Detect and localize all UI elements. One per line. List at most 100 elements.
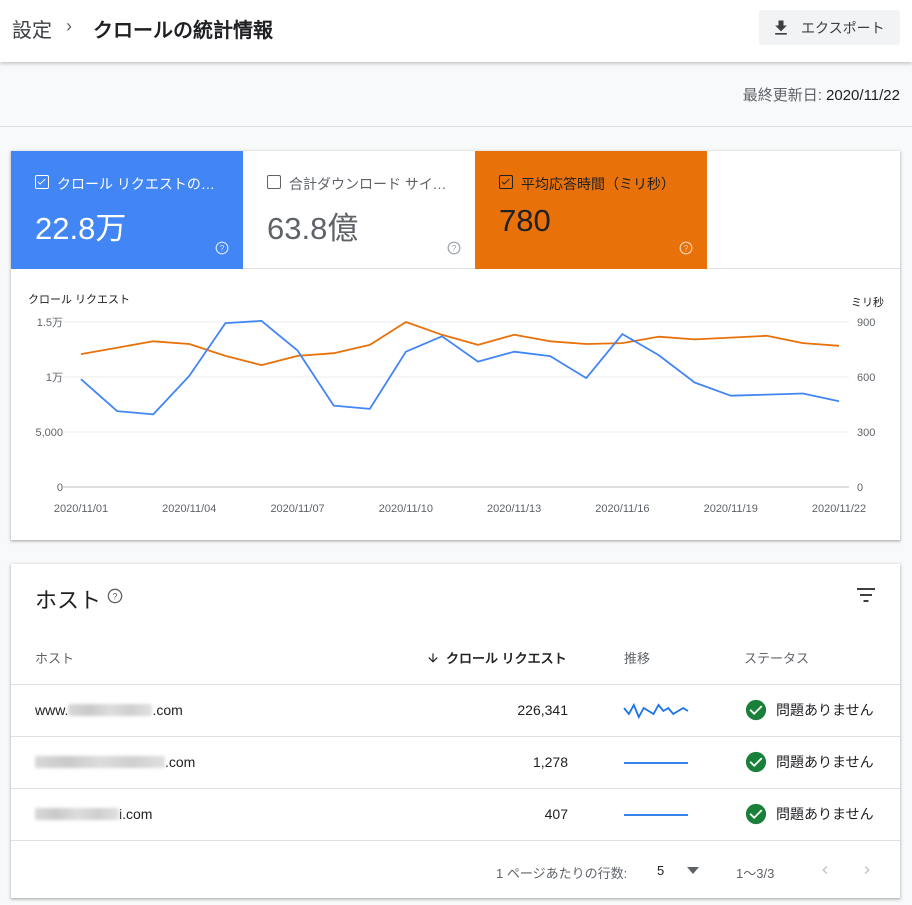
- x-tick-label: 2020/11/19: [704, 503, 758, 515]
- host-prefix: www.: [35, 702, 69, 718]
- column-header-requests-label: クロール リクエスト: [446, 651, 567, 666]
- y-left-tick-label: 5,000: [35, 427, 63, 439]
- hosts-card: ホスト ? ホスト クロール リクエスト 推移 ステータス www. .com …: [11, 564, 900, 898]
- svg-text:?: ?: [112, 591, 117, 601]
- host-status-label: 問題ありません: [776, 754, 874, 770]
- host-status: 問題ありません: [745, 699, 874, 721]
- host-requests: 1,278: [532, 754, 568, 770]
- last-updated: 最終更新日: 2020/11/22: [743, 84, 900, 105]
- download-icon: [775, 20, 787, 35]
- dropdown-arrow-icon[interactable]: [687, 867, 699, 875]
- crawl-stats-chart-card: クロール リクエストの合計数 22.8万 ? 合計ダウンロード サイズ（バイト）…: [11, 151, 900, 540]
- pagination-bar: 1 ページあたりの行数: 5 1〜3/3: [11, 840, 900, 898]
- column-header-status[interactable]: ステータス: [744, 648, 809, 667]
- chevron-left-icon[interactable]: [817, 862, 833, 878]
- y-left-tick-label: 1万: [46, 372, 63, 384]
- series-line: [80, 320, 840, 416]
- redacted-blur: [68, 704, 153, 716]
- host-suffix: i.com: [119, 806, 153, 822]
- host-status: 問題ありません: [745, 751, 874, 773]
- x-tick-label: 2020/11/13: [487, 503, 541, 515]
- help-icon[interactable]: ?: [679, 241, 693, 255]
- host-requests: 407: [544, 806, 568, 822]
- check-circle-icon: [745, 699, 767, 721]
- column-header-trend: 推移: [624, 651, 651, 666]
- sparkline-path: [623, 702, 689, 720]
- crawl-line-chart: クロール リクエスト ミリ秒 0 5,000 1万 1.5万 0 300 600 900 2…: [28, 293, 884, 515]
- metric-avg-response-time[interactable]: 平均応答時間（ミリ秒） 780 ?: [475, 151, 707, 269]
- host-status-label: 問題ありません: [776, 702, 874, 718]
- check-circle-icon: [745, 751, 767, 773]
- metric-value: 63.8億: [267, 211, 359, 246]
- host-suffix: .com: [165, 754, 196, 770]
- host-suffix: .com: [152, 702, 183, 718]
- breadcrumb-settings[interactable]: 設定: [12, 14, 52, 43]
- metric-checkbox[interactable]: [35, 175, 49, 189]
- y-right-axis-title: ミリ秒: [851, 295, 884, 309]
- help-icon[interactable]: ?: [447, 241, 461, 255]
- last-updated-label: 最終更新日:: [742, 87, 822, 104]
- metric-strip-filler: [707, 151, 900, 269]
- svg-text:?: ?: [220, 244, 225, 253]
- breadcrumb-separator-icon: ›: [66, 16, 72, 36]
- trend-sparkline: [624, 814, 688, 816]
- x-tick-label: 2020/11/01: [54, 503, 108, 515]
- metric-value: 22.8万: [35, 211, 127, 246]
- trend-sparkline: [624, 762, 688, 764]
- help-icon[interactable]: ?: [107, 588, 123, 604]
- x-tick-label: 2020/11/04: [162, 503, 216, 515]
- host-status: 問題ありません: [745, 803, 874, 825]
- check-icon: [501, 178, 510, 185]
- y-right-tick-label: 0: [857, 482, 863, 494]
- hosts-title: ホスト: [35, 588, 102, 613]
- metric-checkbox[interactable]: [499, 175, 513, 189]
- host-status-label: 問題ありません: [776, 806, 874, 822]
- arrow-down-icon: [428, 652, 438, 663]
- check-circle-icon: [745, 803, 767, 825]
- help-icon[interactable]: ?: [215, 241, 229, 255]
- export-label: エクスポート: [801, 19, 885, 36]
- redacted-blur: [35, 756, 165, 768]
- metric-value: 780: [499, 203, 551, 238]
- series-line: [80, 321, 840, 366]
- page-title: クロールの統計情報: [93, 20, 273, 42]
- y-right-tick-label: 600: [857, 372, 875, 384]
- trend-sparkline: [623, 702, 689, 720]
- x-tick-label: 2020/11/22: [812, 503, 866, 515]
- metric-checkbox[interactable]: [267, 175, 281, 189]
- filter-icon[interactable]: [856, 586, 876, 604]
- rows-per-page-select[interactable]: 5: [657, 863, 664, 878]
- metric-download-size[interactable]: 合計ダウンロード サイズ（バイト） 63.8億 ?: [243, 151, 475, 269]
- y-right-tick-label: 300: [857, 427, 875, 439]
- check-icon: [37, 178, 46, 185]
- metric-label: クロール リクエストの合計数: [57, 176, 227, 192]
- host-name: www. .com: [35, 702, 183, 718]
- y-left-tick-label: 1.5万: [37, 317, 63, 329]
- table-row[interactable]: www. .com 226,341 問題ありません: [11, 684, 900, 736]
- y-right-tick-label: 900: [857, 317, 875, 329]
- x-tick-label: 2020/11/07: [270, 503, 324, 515]
- metric-label: 合計ダウンロード サイズ（バイト）: [289, 176, 459, 192]
- host-name: .com: [35, 754, 195, 770]
- chevron-right-icon[interactable]: [859, 862, 875, 878]
- svg-text:?: ?: [684, 244, 689, 253]
- page-range: 1〜3/3: [736, 866, 775, 881]
- column-header-requests[interactable]: クロール リクエスト: [426, 648, 567, 667]
- svg-text:?: ?: [452, 244, 457, 253]
- table-row[interactable]: i.com 407 問題ありません: [11, 788, 900, 840]
- top-bar: 設定 › クロールの統計情報 エクスポート: [0, 0, 912, 62]
- column-header-host[interactable]: ホスト: [35, 648, 74, 667]
- rows-per-page-label: 1 ページあたりの行数:: [496, 866, 628, 881]
- y-left-tick-label: 0: [57, 482, 63, 494]
- y-left-axis-title: クロール リクエスト: [28, 293, 130, 306]
- last-updated-value: 2020/11/22: [826, 87, 900, 104]
- last-updated-bar: 最終更新日: 2020/11/22: [0, 62, 912, 127]
- metric-label: 平均応答時間（ミリ秒）: [521, 176, 675, 192]
- export-button[interactable]: エクスポート: [759, 10, 900, 45]
- redacted-blur: [35, 808, 119, 820]
- x-tick-label: 2020/11/10: [379, 503, 433, 515]
- metric-total-requests[interactable]: クロール リクエストの合計数 22.8万 ?: [11, 151, 243, 269]
- x-tick-label: 2020/11/16: [595, 503, 649, 515]
- table-row[interactable]: .com 1,278 問題ありません: [11, 736, 900, 788]
- host-name: i.com: [35, 806, 152, 822]
